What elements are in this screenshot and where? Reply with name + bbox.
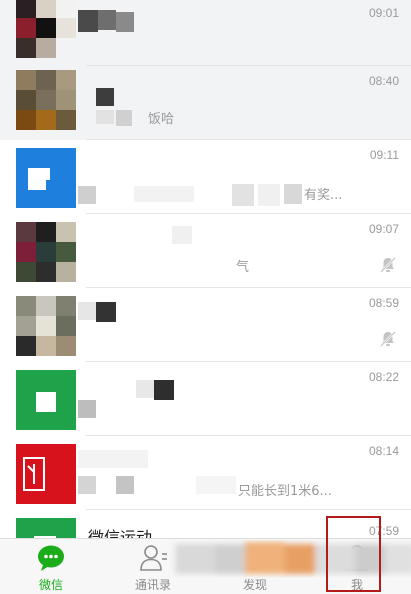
chat-preview: 有奖...	[304, 188, 343, 203]
redacted-block	[96, 110, 114, 124]
chat-row[interactable]: 09:07 气	[0, 214, 411, 288]
chat-time: 08:22	[368, 370, 399, 384]
redacted-block	[116, 110, 132, 126]
chat-time: 08:14	[368, 444, 399, 458]
avatar	[16, 296, 76, 356]
tab-label: 微信	[38, 578, 63, 592]
chat-preview: 气	[236, 260, 250, 275]
chat-time: 09:07	[368, 222, 399, 236]
chat-row[interactable]: 08:40 饭哈	[0, 66, 411, 140]
official-account-logo	[28, 168, 50, 190]
avatar	[16, 518, 76, 538]
wechat-sports-logo	[34, 536, 56, 538]
official-account-logo	[36, 392, 56, 412]
chat-preview: 饭哈	[148, 112, 175, 127]
chat-time: 08:59	[368, 296, 399, 310]
redacted-block	[258, 184, 280, 206]
redacted-block	[196, 476, 236, 494]
redacted-block	[78, 186, 96, 204]
avatar	[16, 370, 76, 430]
avatar	[16, 444, 76, 504]
chat-row[interactable]: 08:14 只能长到1米6...	[0, 436, 411, 510]
chat-preview: 只能长到1米6...	[238, 484, 332, 499]
avatar	[16, 222, 76, 282]
redacted-block	[78, 400, 96, 418]
redacted-block	[78, 302, 96, 320]
chat-list: 09:01 08:40 饭哈 09:11 有奖... 09:07 气 08:59…	[0, 0, 411, 538]
brand-logo	[23, 457, 45, 491]
avatar	[16, 70, 76, 130]
chat-name: 微信运动	[88, 528, 153, 538]
mute-bell-icon	[380, 257, 396, 273]
contacts-icon	[140, 545, 167, 571]
wechat-screen: 09:01 08:40 饭哈 09:11 有奖... 09:07 气 08:59…	[0, 0, 411, 594]
redacted-block	[96, 88, 114, 106]
redacted-block	[154, 380, 174, 400]
redacted-block	[78, 10, 98, 32]
avatar	[16, 148, 76, 208]
redacted-block	[96, 302, 116, 322]
tab-chats[interactable]: 微信	[0, 539, 102, 594]
redacted-block	[116, 12, 134, 32]
chat-bubble-icon	[38, 545, 64, 571]
chat-time: 08:40	[368, 74, 399, 88]
chat-row[interactable]: 08:22	[0, 362, 411, 436]
mute-bell-icon	[380, 331, 396, 347]
chat-row[interactable]: 09:01	[0, 0, 411, 66]
redacted-block	[98, 10, 116, 30]
redacted-block	[78, 450, 148, 468]
avatar	[16, 0, 76, 58]
chat-row[interactable]: 09:11 有奖...	[0, 140, 411, 214]
highlight-box	[326, 516, 381, 592]
redacted-block	[232, 184, 254, 206]
chat-time: 09:11	[369, 148, 399, 162]
redacted-block	[78, 476, 96, 494]
chat-row[interactable]: 08:59	[0, 288, 411, 362]
chat-time: 09:01	[368, 6, 399, 20]
redacted-block	[172, 226, 192, 244]
redacted-block	[284, 184, 302, 204]
redacted-block	[134, 186, 194, 202]
redacted-block	[136, 380, 154, 398]
redacted-block	[116, 476, 134, 494]
